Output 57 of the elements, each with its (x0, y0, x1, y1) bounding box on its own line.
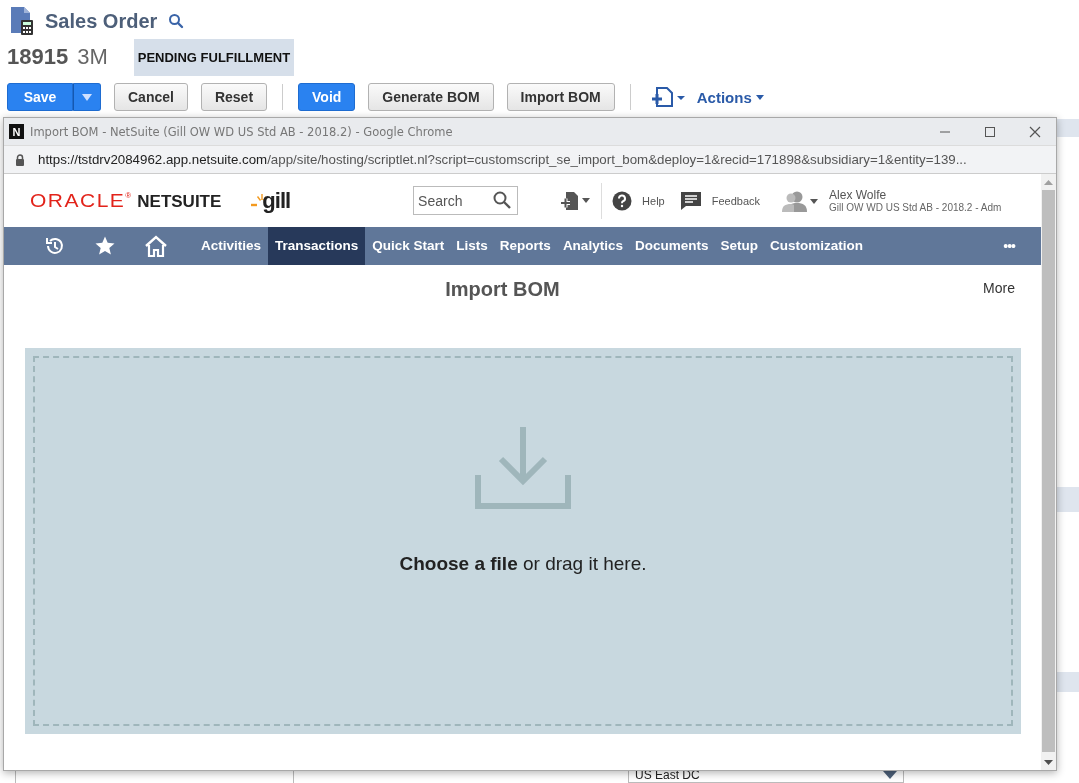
feedback-link[interactable]: Feedback (679, 190, 761, 211)
user-name: Alex Wolfe (829, 188, 888, 202)
more-menu[interactable]: ••• (1003, 238, 1015, 254)
nav-tab[interactable]: Setup (715, 227, 763, 265)
scroll-thumb[interactable] (1042, 190, 1055, 752)
nav-tab[interactable]: Quick Start (367, 227, 450, 265)
document-calculator-icon (10, 6, 36, 36)
oracle-logo: ORACLE (30, 190, 126, 211)
registered-mark: ® (125, 190, 132, 200)
search-field[interactable]: Search (413, 186, 519, 215)
caret-icon (755, 94, 764, 100)
scrollbar[interactable] (1041, 174, 1056, 770)
help-icon (612, 190, 633, 211)
nav-tab[interactable]: Transactions (268, 227, 366, 265)
page-heading: Import BOM (445, 277, 560, 301)
actions-menu[interactable]: Actions (696, 88, 764, 106)
nav-tab[interactable]: Activities (196, 227, 267, 265)
star-icon[interactable] (94, 235, 116, 257)
nav-tab[interactable]: Lists (451, 227, 493, 265)
new-document-icon[interactable] (650, 86, 685, 108)
more-link[interactable]: More (983, 280, 1015, 296)
action-button[interactable]: Generate BOM (368, 83, 494, 111)
nav-tab[interactable]: Customization (764, 227, 868, 265)
window-title: Import BOM - NetSuite (Gill OW WD US Std AB - 2018.2) - Google Chrome (30, 124, 454, 139)
maximize-icon[interactable] (984, 125, 996, 138)
create-document-icon[interactable] (561, 190, 592, 211)
user-role: Gill OW WD US Std AB - 2018.2 - Adm (829, 202, 1002, 213)
gill-logo: gill (262, 189, 291, 212)
drop-instructions: Choose a file or drag it here. (399, 553, 647, 575)
nav-tab[interactable]: Analytics (557, 227, 628, 265)
favicon-logo: N (9, 124, 24, 139)
page-title: Sales Order (45, 9, 158, 33)
chat-icon (679, 190, 702, 211)
search-icon[interactable] (168, 13, 185, 29)
history-icon[interactable] (44, 235, 66, 257)
lock-icon (15, 153, 25, 166)
action-button[interactable]: Reset (200, 83, 268, 111)
caret-icon (82, 93, 92, 101)
action-button[interactable]: Cancel (114, 83, 188, 111)
customer-name: 3M (77, 44, 108, 70)
scroll-down-icon[interactable] (1044, 760, 1053, 765)
dropdown-button[interactable] (73, 83, 101, 111)
help-link[interactable]: Help (612, 190, 665, 211)
close-icon[interactable] (1029, 125, 1041, 138)
action-button[interactable]: Void (298, 83, 356, 111)
download-icon (475, 427, 571, 509)
user-silhouette-icon[interactable] (780, 189, 819, 212)
save-button[interactable]: Save (7, 83, 73, 111)
netsuite-logo: NETSUITE (137, 191, 222, 212)
action-button[interactable]: Import BOM (506, 83, 615, 111)
record-number: 18915 (7, 44, 69, 70)
nav-tab[interactable]: Documents (629, 227, 714, 265)
home-icon[interactable] (144, 235, 168, 257)
file-drop-zone[interactable]: Choose a file or drag it here. (25, 348, 1021, 734)
status-badge: PENDING FULFILLMENT (133, 38, 295, 76)
search-icon[interactable] (493, 191, 512, 209)
nav-tab[interactable]: Reports (494, 227, 556, 265)
